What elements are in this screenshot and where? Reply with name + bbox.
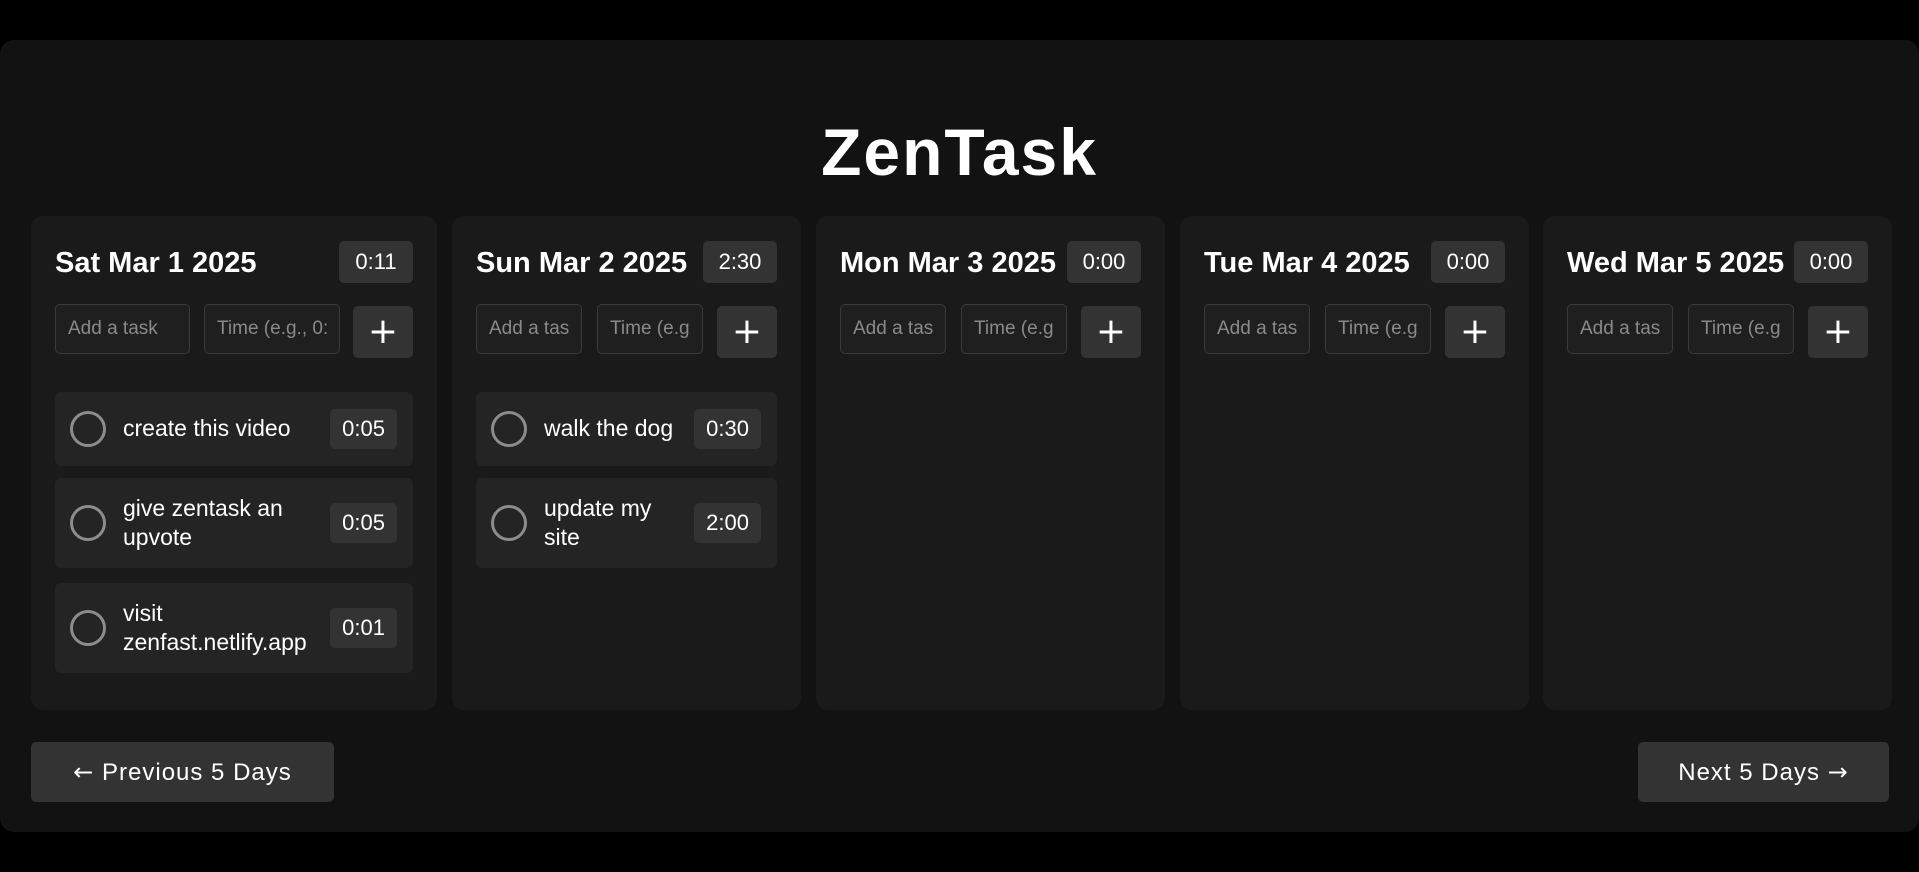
day-header: Tue Mar 4 2025 0:00 <box>1204 241 1505 283</box>
add-task-button[interactable]: + <box>1808 306 1868 358</box>
task-complete-checkbox[interactable] <box>70 610 106 646</box>
add-task-form: + <box>840 304 1141 360</box>
task-time-input[interactable] <box>1325 304 1431 354</box>
task-name-input[interactable] <box>840 304 946 354</box>
task-name: create this video <box>123 415 291 441</box>
day-header: Sat Mar 1 2025 0:11 <box>55 241 413 283</box>
day-total-time: 0:00 <box>1067 241 1141 283</box>
day-total-time: 0:11 <box>339 241 413 283</box>
app-container: ZenTask Sat Mar 1 2025 0:11 + create thi… <box>0 40 1919 832</box>
task-time-input[interactable] <box>597 304 703 354</box>
task-item: walk the dog 0:30 <box>476 392 777 466</box>
task-name: update my site <box>544 495 652 550</box>
add-task-button[interactable]: + <box>717 306 777 358</box>
task-name-input[interactable] <box>1567 304 1673 354</box>
day-header: Sun Mar 2 2025 2:30 <box>476 241 777 283</box>
task-time: 0:05 <box>330 503 397 543</box>
day-total-time: 0:00 <box>1794 241 1868 283</box>
task-item: update my site 2:00 <box>476 478 777 568</box>
day-column: Wed Mar 5 2025 0:00 + <box>1543 216 1892 710</box>
task-time: 2:00 <box>694 503 761 543</box>
task-name: visit zenfast.netlify.app <box>123 600 307 655</box>
task-complete-checkbox[interactable] <box>70 411 106 447</box>
day-date: Mon Mar 3 2025 <box>840 247 1056 279</box>
day-header: Mon Mar 3 2025 0:00 <box>840 241 1141 283</box>
task-item: give zentask an upvote 0:05 <box>55 478 413 568</box>
day-column: Sat Mar 1 2025 0:11 + create this video … <box>31 216 437 710</box>
day-date: Tue Mar 4 2025 <box>1204 247 1410 279</box>
day-date: Sun Mar 2 2025 <box>476 247 688 279</box>
task-name-input[interactable] <box>55 304 190 354</box>
task-name-input[interactable] <box>1204 304 1310 354</box>
day-column: Mon Mar 3 2025 0:00 + <box>816 216 1165 710</box>
task-complete-checkbox[interactable] <box>491 505 527 541</box>
next-days-button[interactable]: Next 5 Days → <box>1638 742 1889 802</box>
add-task-button[interactable]: + <box>353 306 413 358</box>
add-task-form: + <box>55 304 413 360</box>
task-item: create this video 0:05 <box>55 392 413 466</box>
task-time-input[interactable] <box>1688 304 1794 354</box>
day-column: Sun Mar 2 2025 2:30 + walk the dog 0:30 … <box>452 216 801 710</box>
task-complete-checkbox[interactable] <box>491 411 527 447</box>
task-complete-checkbox[interactable] <box>70 505 106 541</box>
day-total-time: 2:30 <box>703 241 777 283</box>
day-header: Wed Mar 5 2025 0:00 <box>1567 241 1868 283</box>
day-date: Sat Mar 1 2025 <box>55 247 257 279</box>
task-name-input[interactable] <box>476 304 582 354</box>
previous-days-label: Previous 5 Days <box>102 758 292 786</box>
task-time: 0:30 <box>694 409 761 449</box>
day-columns: Sat Mar 1 2025 0:11 + create this video … <box>31 216 1892 710</box>
arrow-right-icon: → <box>1827 757 1849 786</box>
add-task-button[interactable]: + <box>1081 306 1141 358</box>
day-column: Tue Mar 4 2025 0:00 + <box>1180 216 1529 710</box>
task-item: visit zenfast.netlify.app 0:01 <box>55 583 413 673</box>
task-name: give zentask an upvote <box>123 495 283 550</box>
task-time: 0:05 <box>330 409 397 449</box>
day-total-time: 0:00 <box>1431 241 1505 283</box>
task-time-input[interactable] <box>204 304 340 354</box>
next-days-label: Next 5 Days <box>1678 758 1820 786</box>
add-task-form: + <box>1204 304 1505 360</box>
add-task-form: + <box>476 304 777 360</box>
task-time: 0:01 <box>330 608 397 648</box>
day-date: Wed Mar 5 2025 <box>1567 247 1785 279</box>
task-time-input[interactable] <box>961 304 1067 354</box>
add-task-button[interactable]: + <box>1445 306 1505 358</box>
task-name: walk the dog <box>544 415 674 441</box>
add-task-form: + <box>1567 304 1868 360</box>
arrow-left-icon: ← <box>73 757 95 786</box>
previous-days-button[interactable]: ← Previous 5 Days <box>31 742 334 802</box>
app-title: ZenTask <box>821 115 1098 189</box>
